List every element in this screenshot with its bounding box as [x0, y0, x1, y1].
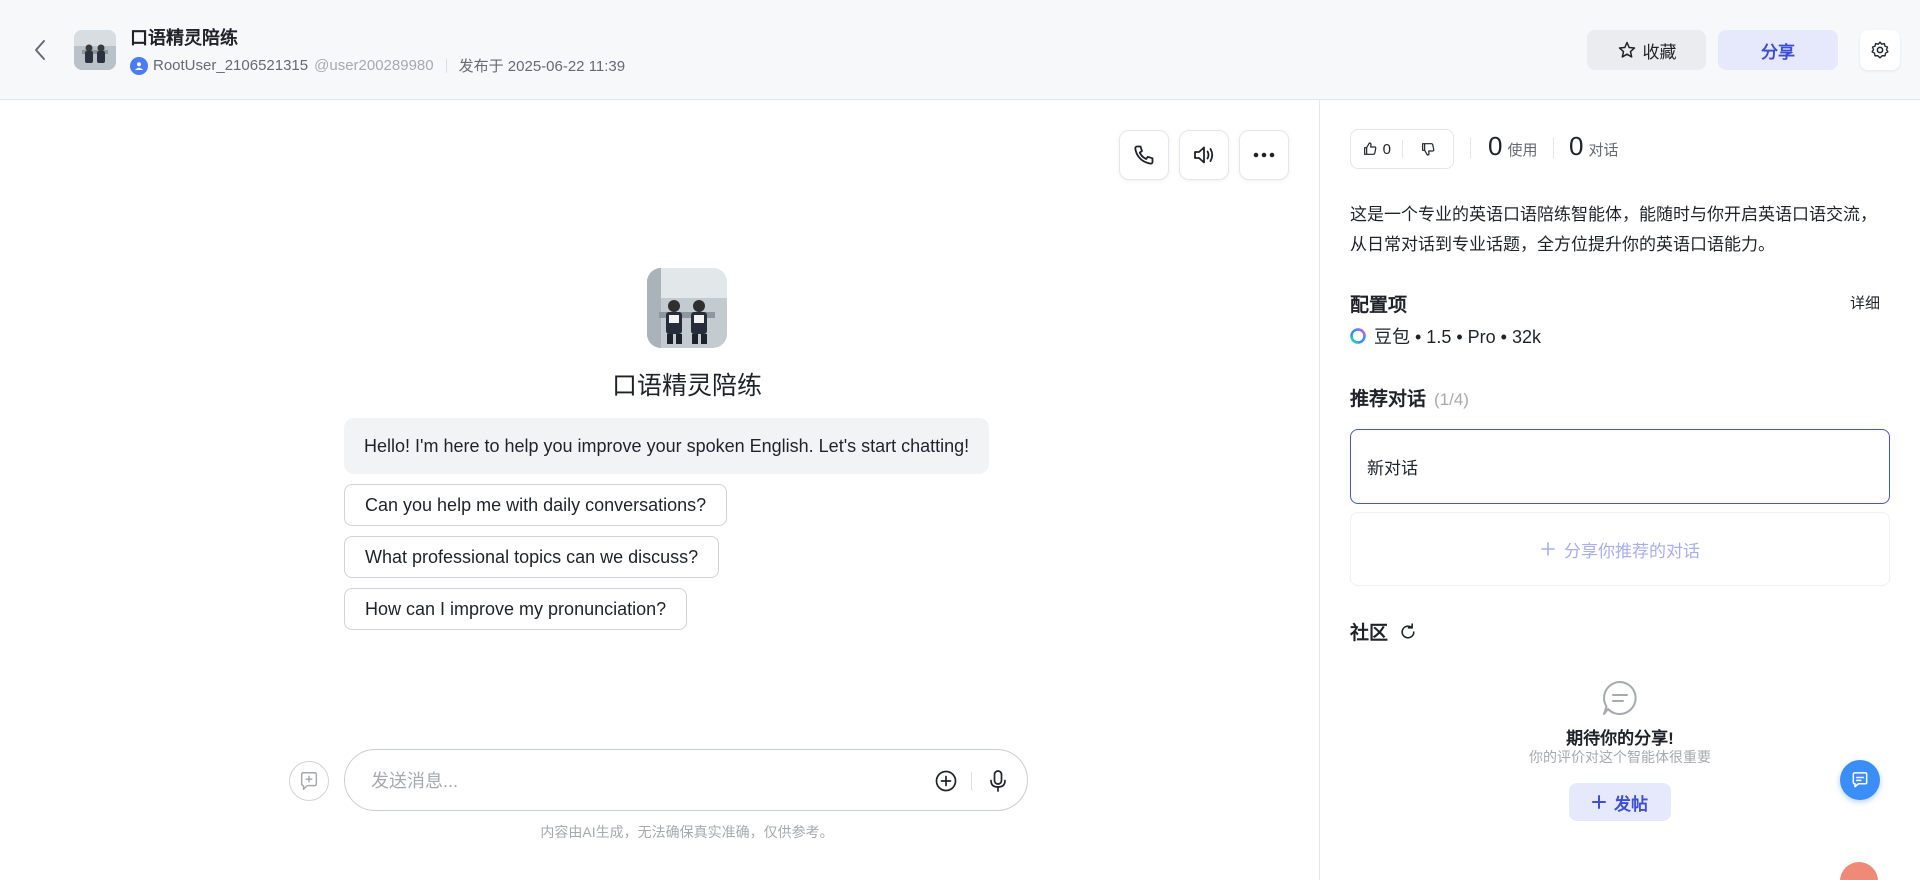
config-title: 配置项 [1350, 295, 1408, 316]
message-icon [1852, 772, 1868, 788]
share-recommend-button[interactable]: 分享你推荐的对话 [1350, 512, 1890, 586]
post-button[interactable]: 发帖 [1569, 783, 1671, 821]
doubao-logo-icon [1350, 328, 1366, 344]
like-button[interactable]: 0 [1351, 130, 1402, 168]
plus-icon [1592, 795, 1606, 809]
microphone-icon [990, 770, 1006, 792]
speaker-icon [1194, 146, 1214, 164]
dialog-count: 0 [1569, 131, 1584, 161]
recommend-header: 推荐对话 (1/4) [1350, 384, 1469, 411]
dislike-button[interactable] [1403, 130, 1454, 168]
user-icon [130, 56, 148, 75]
star-icon [1618, 41, 1635, 58]
publish-date: 发布于 2025-06-22 11:39 [458, 58, 626, 75]
voice-call-button[interactable] [1119, 130, 1169, 180]
bot-avatar [647, 268, 727, 348]
voice-input-button[interactable] [985, 768, 1011, 794]
suggestion-chip[interactable]: How can I improve my pronunciation? [344, 588, 688, 630]
greeting-message: Hello! I'm here to help you improve your… [344, 418, 990, 474]
dialog-label: 对话 [1588, 142, 1619, 159]
author-meta: RootUser_2106521315 @user200289980 发布于 2… [130, 55, 625, 76]
divider [971, 772, 972, 790]
model-info: 豆包 • 1.5 • Pro • 32k [1350, 323, 1541, 349]
empty-state-title: 期待你的分享! [1566, 729, 1674, 748]
rating-box: 0 [1350, 129, 1454, 169]
dialog-stat: 0 对话 [1569, 131, 1618, 162]
favorite-label: 收藏 [1642, 42, 1677, 62]
recommend-count: (1/4) [1434, 390, 1469, 409]
phone-icon [1134, 145, 1154, 165]
back-button[interactable] [28, 36, 52, 64]
thumbs-up-icon [1363, 142, 1376, 155]
more-button[interactable] [1239, 130, 1289, 180]
share-recommend-label: 分享你推荐的对话 [1564, 541, 1700, 561]
divider [1553, 138, 1554, 158]
detail-link[interactable]: 详细 [1850, 292, 1880, 313]
divider [1470, 138, 1471, 158]
usage-count: 0 [1488, 131, 1503, 161]
plus-icon [1541, 542, 1555, 556]
usage-label: 使用 [1507, 142, 1538, 159]
suggestion-chip[interactable]: What professional topics can we discuss? [344, 536, 720, 578]
feedback-float-button[interactable] [1840, 760, 1880, 800]
attach-button[interactable] [933, 768, 959, 794]
new-chat-icon [300, 772, 318, 790]
recommend-title: 推荐对话 [1350, 389, 1427, 410]
message-input-box [344, 749, 1028, 811]
suggestion-chip[interactable]: Can you help me with daily conversations… [344, 484, 728, 526]
divider [445, 58, 447, 73]
top-header: 口语精灵陪练 RootUser_2106521315 @user20028998… [0, 0, 1920, 100]
share-label: 分享 [1761, 42, 1795, 62]
chevron-left-icon [35, 40, 45, 60]
refresh-icon[interactable] [1398, 622, 1418, 642]
settings-button[interactable] [1860, 30, 1900, 70]
bot-avatar-small [74, 30, 116, 70]
more-dots-icon [1253, 152, 1275, 158]
recommended-chat-label: 新对话 [1367, 459, 1418, 478]
new-chat-button[interactable] [289, 761, 329, 801]
comment-icon [1600, 678, 1640, 718]
thumbs-down-icon [1421, 143, 1435, 156]
author-name[interactable]: RootUser_2106521315 [153, 57, 308, 74]
empty-state-subtitle: 你的评价对这个智能体很重要 [1529, 749, 1711, 765]
speaker-button[interactable] [1179, 130, 1229, 180]
favorite-button[interactable]: 收藏 [1587, 30, 1706, 70]
community-title: 社区 [1350, 623, 1389, 644]
post-label: 发帖 [1614, 794, 1648, 814]
usage-stat: 0 使用 [1488, 131, 1537, 162]
like-count: 0 [1382, 140, 1391, 158]
ai-disclaimer: 内容由AI生成，无法确保真实准确，仅供参考。 [540, 824, 834, 840]
bot-description: 这是一个专业的英语口语陪练智能体，能随时与你开启英语口语交流，从日常对话到专业话… [1350, 205, 1877, 254]
recommended-chat-card[interactable]: 新对话 [1350, 429, 1890, 504]
plus-circle-icon [935, 770, 957, 792]
bot-name: 口语精灵陪练 [611, 372, 762, 400]
bot-title: 口语精灵陪练 [130, 28, 238, 48]
message-input[interactable] [371, 766, 931, 796]
share-button[interactable]: 分享 [1718, 30, 1838, 70]
gear-icon [1871, 41, 1889, 59]
community-header: 社区 [1350, 618, 1418, 645]
author-handle: @user200289980 [314, 57, 434, 74]
model-name: 豆包 • 1.5 • Pro • 32k [1374, 327, 1541, 347]
